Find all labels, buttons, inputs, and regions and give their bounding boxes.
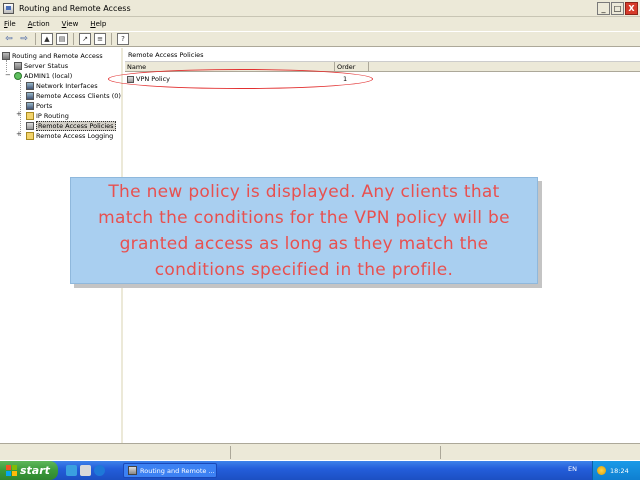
maximize-button[interactable]: □ xyxy=(611,2,624,15)
tree-item-label: Remote Access Logging xyxy=(36,132,114,140)
windows-logo-icon xyxy=(6,465,17,476)
window-title: Routing and Remote Access xyxy=(19,3,131,13)
explorer-icon[interactable] xyxy=(80,465,91,476)
tree-item-label: IP Routing xyxy=(36,112,69,120)
window-controls: _ □ X xyxy=(597,2,638,15)
tree-item-remote-access-policies[interactable]: Remote Access Policies xyxy=(26,121,116,131)
tray-status-icon[interactable] xyxy=(597,466,606,475)
column-header-name[interactable]: Name xyxy=(125,62,335,71)
title-bar[interactable]: Routing and Remote Access _ □ X xyxy=(0,0,640,17)
tree-item-remote-access-clients[interactable]: Remote Access Clients (0) xyxy=(26,91,121,101)
help-icon[interactable]: ? xyxy=(117,33,129,45)
table-row[interactable]: VPN Policy 1 xyxy=(125,74,640,84)
tree-item-network-interfaces[interactable]: Network Interfaces xyxy=(26,81,98,91)
clock[interactable]: 18:24 xyxy=(610,467,629,475)
menu-file[interactable]: File xyxy=(4,20,16,28)
internet-explorer-icon[interactable] xyxy=(94,465,105,476)
app-icon xyxy=(3,2,14,14)
toolbar: ⇦ ⇨ ▲ ▤ ↗ ≡ ? xyxy=(0,31,640,47)
tree-item-ip-routing[interactable]: IP Routing xyxy=(26,111,69,121)
forward-icon[interactable]: ⇨ xyxy=(18,33,30,45)
ports-icon xyxy=(26,102,34,110)
policy-order: 1 xyxy=(343,75,348,83)
network-interfaces-icon xyxy=(26,82,34,90)
details-header: Remote Access Policies xyxy=(125,48,640,62)
status-bar xyxy=(0,443,640,460)
tree-item-server-status[interactable]: Server Status xyxy=(14,61,68,71)
callout-text: The new policy is displayed. Any clients… xyxy=(98,181,510,280)
start-button[interactable]: start xyxy=(0,461,58,480)
menu-view[interactable]: View xyxy=(62,20,79,28)
rras-icon xyxy=(2,52,10,60)
close-button[interactable]: X xyxy=(625,2,638,15)
up-folder-icon[interactable]: ▲ xyxy=(41,33,53,45)
taskbar: start Routing and Remote ... xyxy=(0,461,640,480)
column-header-order[interactable]: Order xyxy=(335,62,369,71)
remote-clients-icon xyxy=(26,92,34,100)
status-separator xyxy=(440,446,441,459)
quick-launch xyxy=(66,465,105,476)
tree-item-root[interactable]: Routing and Remote Access xyxy=(2,51,103,61)
tree-item-label: Server Status xyxy=(24,62,69,70)
policy-icon xyxy=(127,75,134,83)
taskbar-item-rras[interactable]: Routing and Remote ... xyxy=(123,463,217,478)
minimize-button[interactable]: _ xyxy=(597,2,610,15)
server-status-icon xyxy=(14,62,22,70)
tree-item-label: ADMIN1 (local) xyxy=(24,72,73,80)
toolbar-separator xyxy=(35,33,36,45)
tree-item-remote-access-logging[interactable]: Remote Access Logging xyxy=(26,131,113,141)
logging-folder-icon xyxy=(26,132,34,140)
show-desktop-icon[interactable] xyxy=(66,465,77,476)
server-running-icon xyxy=(14,72,22,80)
toolbar-separator xyxy=(73,33,74,45)
tree-item-server[interactable]: ADMIN1 (local) xyxy=(14,71,72,81)
task-label: Routing and Remote ... xyxy=(140,466,215,475)
policy-name: VPN Policy xyxy=(136,75,170,83)
tutorial-callout: The new policy is displayed. Any clients… xyxy=(70,177,538,284)
menu-help[interactable]: Help xyxy=(90,20,106,28)
tree-item-label: Remote Access Policies xyxy=(36,121,116,131)
tree-item-label: Ports xyxy=(36,102,53,110)
collapse-toggle[interactable]: − xyxy=(5,71,11,79)
rras-task-icon xyxy=(128,466,137,475)
status-separator xyxy=(230,446,231,459)
menu-action[interactable]: Action xyxy=(28,20,50,28)
export-list-icon[interactable]: ↗ xyxy=(79,33,91,45)
expand-toggle[interactable]: + xyxy=(16,130,22,138)
menu-bar: File Action View Help xyxy=(0,17,640,31)
policies-icon xyxy=(26,122,34,130)
language-indicator[interactable]: EN xyxy=(568,465,577,473)
show-hide-tree-icon[interactable]: ▤ xyxy=(56,33,68,45)
properties-icon[interactable]: ≡ xyxy=(94,33,106,45)
tree-item-label: Network Interfaces xyxy=(36,82,98,90)
system-tray: 18:24 xyxy=(592,461,640,480)
tree-item-ports[interactable]: Ports xyxy=(26,101,52,111)
policy-name-cell: VPN Policy xyxy=(125,75,335,83)
ip-routing-icon xyxy=(26,112,34,120)
column-headers: Name Order xyxy=(125,62,640,72)
back-icon[interactable]: ⇦ xyxy=(3,33,15,45)
tree-connector xyxy=(20,80,21,136)
tree-item-label: Remote Access Clients (0) xyxy=(36,92,121,100)
start-label: start xyxy=(20,464,50,477)
expand-toggle[interactable]: + xyxy=(16,110,22,118)
tree-item-label: Routing and Remote Access xyxy=(12,52,103,60)
toolbar-separator xyxy=(111,33,112,45)
